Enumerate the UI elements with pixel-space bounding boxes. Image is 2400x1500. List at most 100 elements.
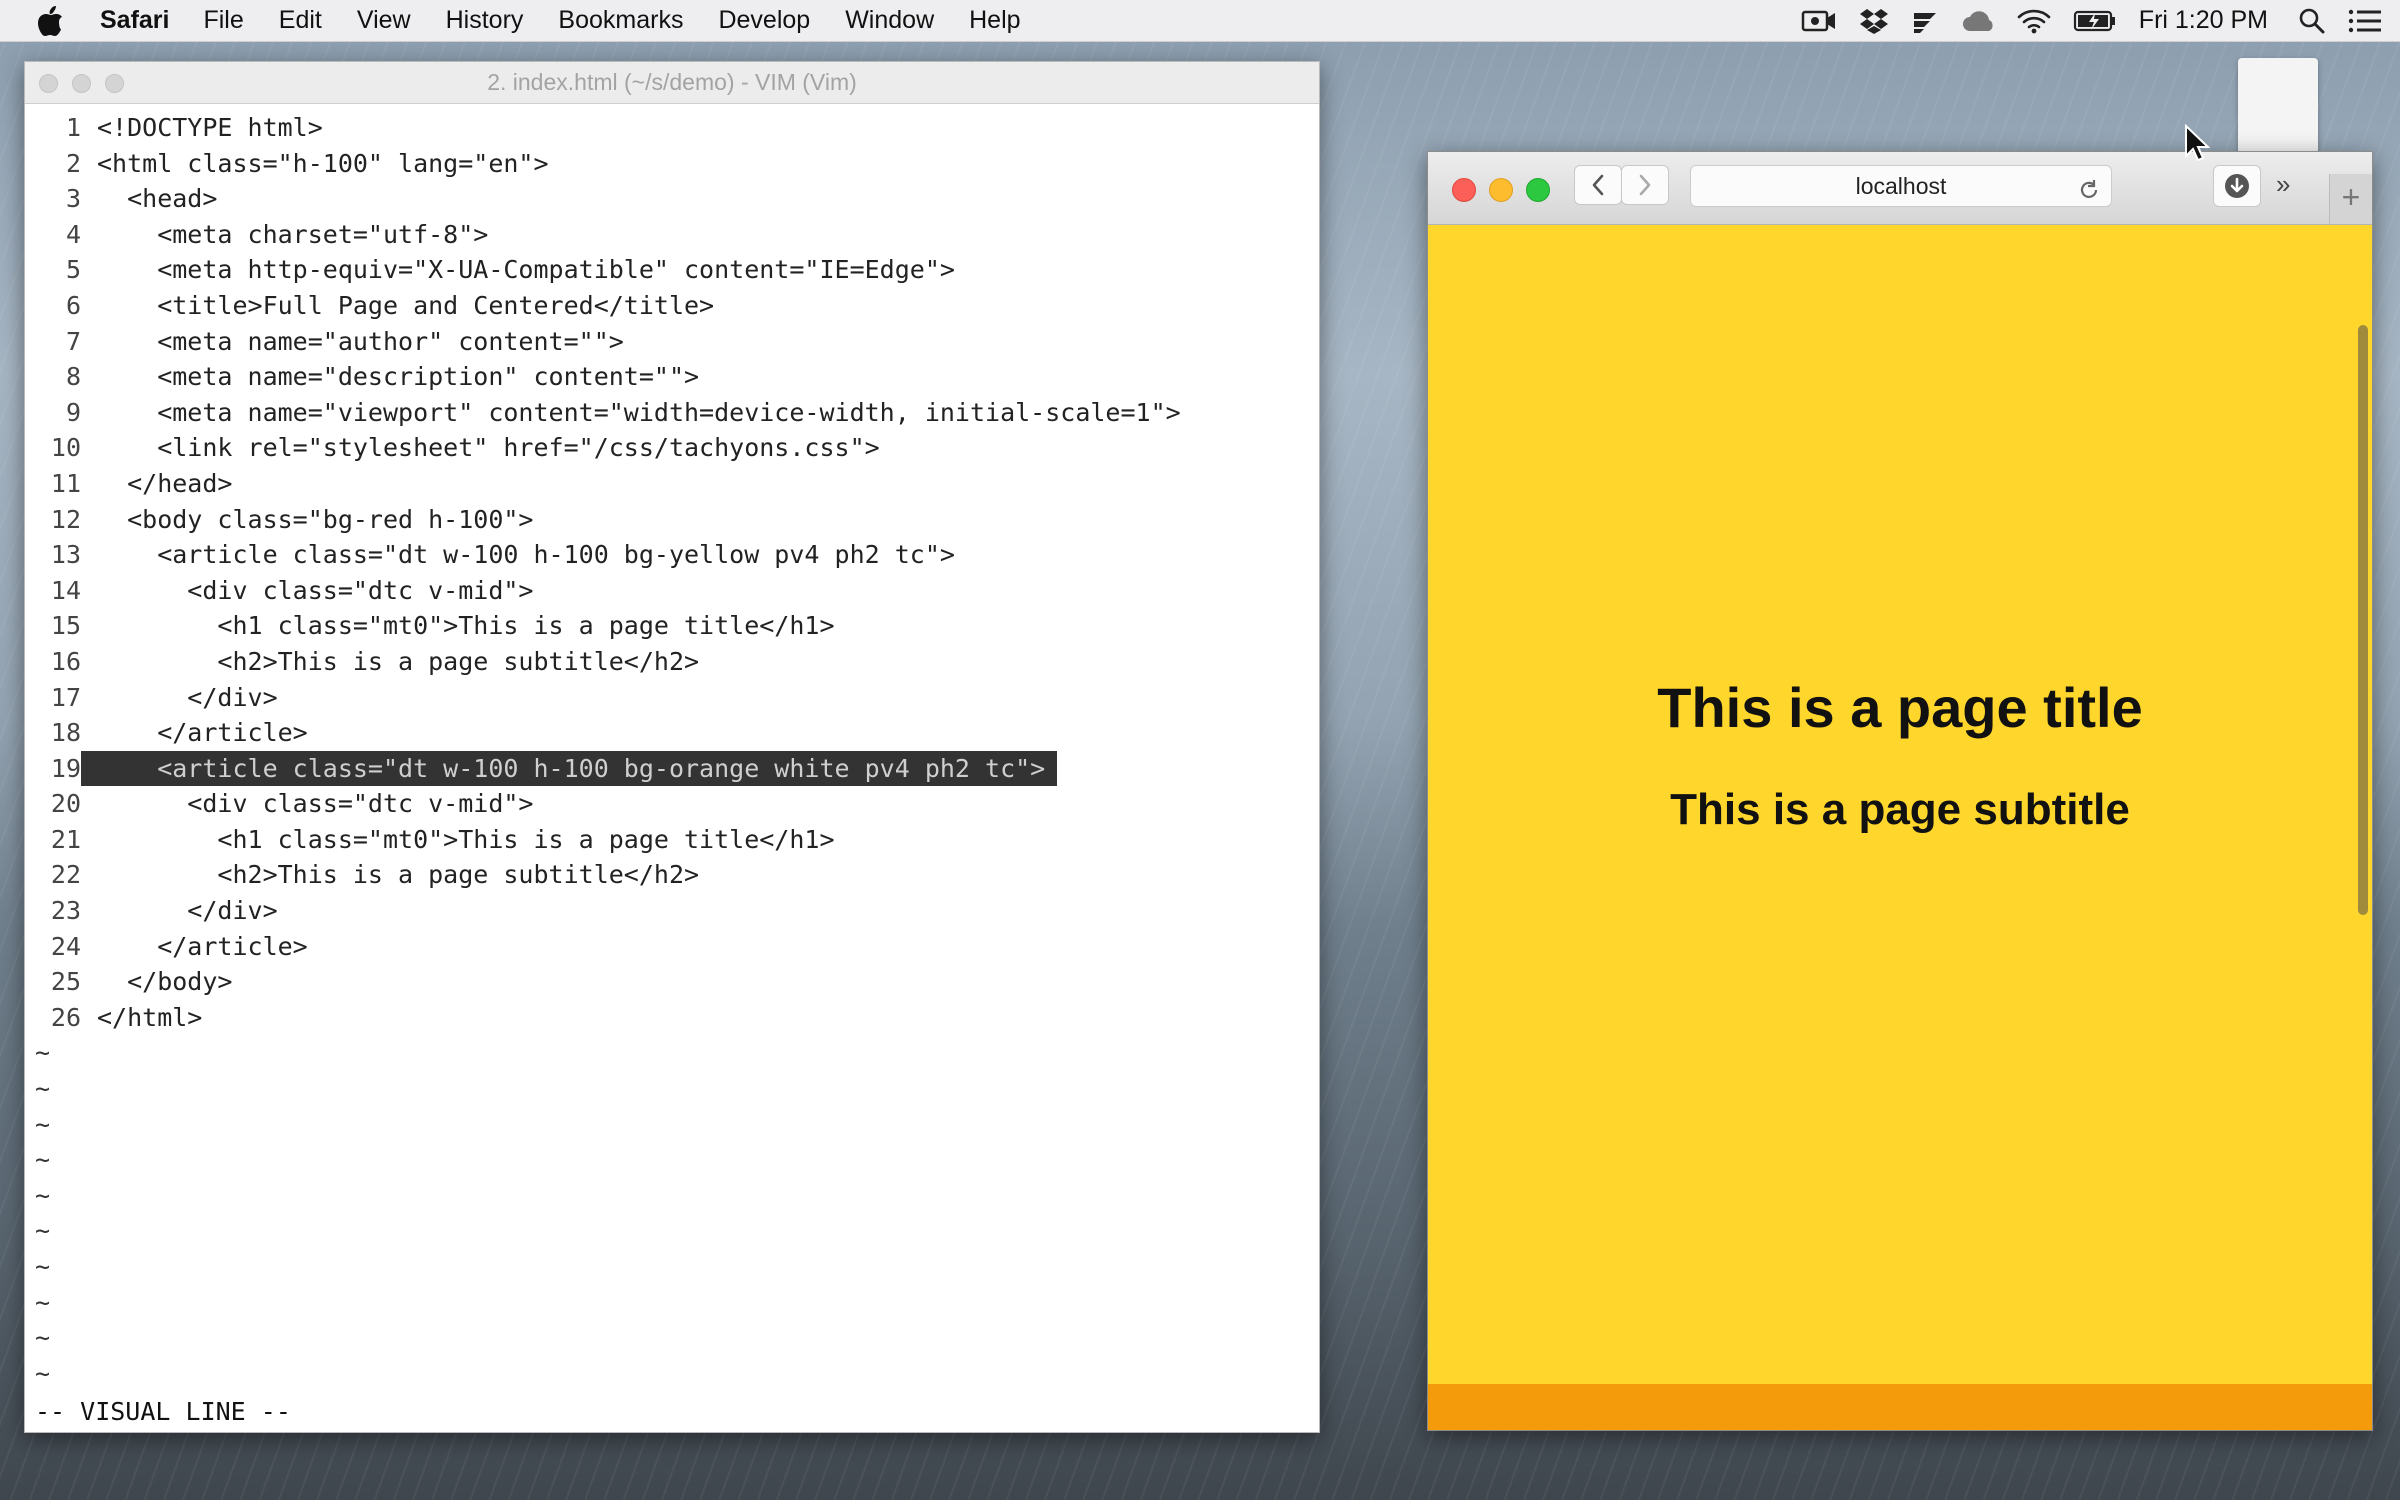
code-line[interactable]: 22 <h2>This is a page subtitle</h2> <box>25 857 1319 893</box>
menu-window[interactable]: Window <box>845 6 934 35</box>
code-line[interactable]: 14 <div class="dtc v-mid"> <box>25 573 1319 609</box>
apple-menu-icon[interactable] <box>36 5 68 37</box>
code-line[interactable]: 15 <h1 class="mt0">This is a page title<… <box>25 608 1319 644</box>
line-number: 13 <box>50 540 81 570</box>
zoom-button[interactable] <box>105 74 124 93</box>
line-text: <h1 class="mt0">This is a page title</h1… <box>97 611 835 641</box>
code-line[interactable]: 21 <h1 class="mt0">This is a page title<… <box>25 822 1319 858</box>
empty-line-marker: ~ <box>35 1323 51 1353</box>
creative-cloud-icon[interactable] <box>1961 8 1995 34</box>
code-line[interactable]: 24 </article> <box>25 929 1319 965</box>
line-text: <meta name="description" content=""> <box>97 362 700 392</box>
code-line[interactable]: 9 <meta name="viewport" content="width=d… <box>25 395 1319 431</box>
toolbar-overflow-button[interactable]: » <box>2276 169 2290 200</box>
code-line[interactable]: 13 <article class="dt w-100 h-100 bg-yel… <box>25 537 1319 573</box>
menu-history[interactable]: History <box>446 6 524 35</box>
battery-icon[interactable] <box>2073 9 2117 33</box>
forward-button[interactable] <box>1621 165 1669 205</box>
line-number: 2 <box>65 148 81 178</box>
facetime-camera-icon[interactable] <box>1801 8 1837 34</box>
code-line[interactable]: 25 </body> <box>25 964 1319 1000</box>
wifi-icon[interactable] <box>2017 8 2051 34</box>
back-button[interactable] <box>1574 165 1622 205</box>
scrollbar[interactable] <box>2358 325 2368 915</box>
line-number: 3 <box>65 184 81 214</box>
line-text: <h2>This is a page subtitle</h2> <box>97 860 700 890</box>
menu-app-name[interactable]: Safari <box>100 6 169 35</box>
vim-buffer[interactable]: 1 <!DOCTYPE html> 2 <html class="h-100" la… <box>25 104 1319 1391</box>
code-line[interactable]: 2 <html class="h-100" lang="en"> <box>25 146 1319 182</box>
menu-help[interactable]: Help <box>969 6 1020 35</box>
window-controls[interactable] <box>1452 178 1550 202</box>
code-line[interactable]: 3 <head> <box>25 181 1319 217</box>
code-line[interactable]: 20 <div class="dtc v-mid"> <box>25 786 1319 822</box>
spotlight-search-icon[interactable] <box>2298 7 2326 35</box>
reload-icon[interactable] <box>2077 174 2101 214</box>
vim-title-bar[interactable]: 2. index.html (~/s/demo) - VIM (Vim) <box>25 62 1319 104</box>
feed-icon[interactable] <box>1911 7 1939 35</box>
code-line[interactable]: 5 <meta http-equiv="X-UA-Compatible" con… <box>25 252 1319 288</box>
code-line[interactable]: 12 <body class="bg-red h-100"> <box>25 502 1319 538</box>
code-line[interactable]: 4 <meta charset="utf-8"> <box>25 217 1319 253</box>
line-text: </article> <box>97 718 308 748</box>
safari-toolbar[interactable]: localhost » + <box>1428 152 2372 225</box>
line-number: 4 <box>65 219 81 249</box>
vim-window[interactable]: 2. index.html (~/s/demo) - VIM (Vim) 1 <!… <box>24 61 1320 1433</box>
code-line[interactable]: 8 <meta name="description" content=""> <box>25 359 1319 395</box>
code-line[interactable]: 16 <h2>This is a page subtitle</h2> <box>25 644 1319 680</box>
line-text: <div class="dtc v-mid"> <box>97 789 534 819</box>
code-line[interactable]: 23 </div> <box>25 893 1319 929</box>
vim-mode-indicator: -- VISUAL LINE -- <box>35 1397 291 1426</box>
line-text: <meta charset="utf-8"> <box>97 219 489 249</box>
line-number: 21 <box>50 824 81 854</box>
line-text: <div class="dtc v-mid"> <box>97 575 534 605</box>
line-text: <!DOCTYPE html> <box>97 113 323 142</box>
downloads-button[interactable] <box>2213 165 2261 207</box>
code-line[interactable]: 7 <meta name="author" content=""> <box>25 324 1319 360</box>
orange-article-section <box>1428 1384 2372 1430</box>
line-text: <body class="bg-red h-100"> <box>97 504 534 534</box>
code-line[interactable]: 6 <title>Full Page and Centered</title> <box>25 288 1319 324</box>
code-line[interactable]: 10 <link rel="stylesheet" href="/css/tac… <box>25 430 1319 466</box>
empty-line-marker: ~ <box>35 1216 51 1246</box>
line-number: 9 <box>65 397 81 427</box>
close-button[interactable] <box>39 74 58 93</box>
minimize-button[interactable] <box>1489 178 1513 202</box>
menu-bookmarks[interactable]: Bookmarks <box>558 6 683 35</box>
empty-line-marker: ~ <box>35 1180 51 1210</box>
menu-edit[interactable]: Edit <box>279 6 322 35</box>
line-number: 23 <box>50 896 81 926</box>
code-line-visual-selection[interactable]: 19 <article class="dt w-100 h-100 bg-ora… <box>25 750 1319 787</box>
code-line[interactable]: 17 </div> <box>25 680 1319 716</box>
address-bar[interactable]: localhost <box>1690 165 2112 207</box>
menu-view[interactable]: View <box>357 6 411 35</box>
line-number: 6 <box>65 290 81 320</box>
new-tab-button[interactable]: + <box>2329 174 2372 224</box>
minimize-button[interactable] <box>72 74 91 93</box>
web-page-viewport[interactable]: This is a page title This is a page subt… <box>1428 225 2372 1430</box>
code-line[interactable]: 18 </article> <box>25 715 1319 751</box>
dropbox-icon[interactable] <box>1859 7 1889 35</box>
zoom-button[interactable] <box>1526 178 1550 202</box>
code-line[interactable]: 1 <!DOCTYPE html> <box>25 110 1319 146</box>
close-button[interactable] <box>1452 178 1476 202</box>
line-text: </div> <box>97 682 278 712</box>
menu-bar: Safari File Edit View History Bookmarks … <box>0 0 2400 42</box>
menu-clock[interactable]: Fri 1:20 PM <box>2139 6 2268 35</box>
page-title: This is a page title <box>1657 676 2143 739</box>
safari-window[interactable]: localhost » + This is a page title This … <box>1427 151 2373 1431</box>
line-text: </body> <box>97 967 233 997</box>
inactive-window-controls[interactable] <box>39 74 124 93</box>
empty-line-marker: ~ <box>35 1074 51 1104</box>
download-icon <box>2225 174 2249 198</box>
menu-file[interactable]: File <box>203 6 243 35</box>
line-text: <meta name="viewport" content="width=dev… <box>97 397 1181 427</box>
code-line[interactable]: 26 </html> <box>25 1000 1319 1036</box>
code-line[interactable]: 11 </head> <box>25 466 1319 502</box>
desktop-file-icon[interactable] <box>2238 58 2318 154</box>
line-number: 20 <box>50 789 81 819</box>
line-number: 19 <box>50 753 81 783</box>
line-text: </html> <box>97 1002 203 1032</box>
notification-center-icon[interactable] <box>2348 8 2382 34</box>
menu-develop[interactable]: Develop <box>718 6 810 35</box>
